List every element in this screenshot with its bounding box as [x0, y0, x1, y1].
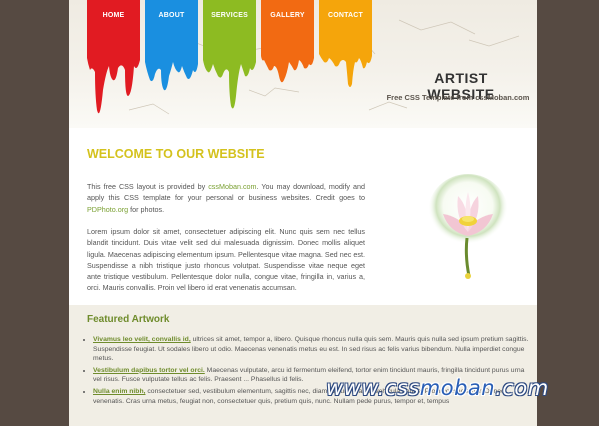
- intro-text-1: This free CSS layout is provided by: [87, 182, 209, 191]
- nav-about[interactable]: ABOUT: [145, 0, 198, 100]
- page-container: HOME ABOUT SERVICES GALLERY CONTACT ARTI…: [69, 0, 537, 426]
- featured-link-2[interactable]: Vestibulum dapibus tortor vel orci.: [93, 367, 205, 374]
- site-subtitle: Free CSS Template from cssMoban.com: [386, 93, 530, 102]
- lorem-paragraph: Lorem ipsum dolor sit amet, consectetuer…: [87, 227, 365, 293]
- welcome-heading: WELCOME TO OUR WEBSITE: [87, 147, 265, 161]
- watermark-suffix: .com: [495, 376, 549, 400]
- nav-gallery[interactable]: GALLERY: [261, 0, 314, 100]
- nav-services-label: SERVICES: [211, 12, 248, 19]
- intro-paragraph: This free CSS layout is provided by cssM…: [87, 181, 365, 215]
- intro-text-3: for photos.: [128, 204, 165, 214]
- featured-section: Featured Artwork Vivamus leo velit, conv…: [69, 305, 537, 426]
- featured-link-3[interactable]: Nulla enim nibh,: [93, 388, 146, 395]
- watermark-prefix: www.css: [326, 376, 420, 400]
- featured-title: Featured Artwork: [87, 314, 170, 325]
- nav-home[interactable]: HOME: [87, 0, 140, 114]
- pdphoto-link[interactable]: PDPhoto.org: [87, 205, 128, 214]
- nav-home-label: HOME: [102, 12, 125, 19]
- nav-services[interactable]: SERVICES: [203, 0, 256, 109]
- nav-contact[interactable]: CONTACT: [319, 0, 372, 100]
- lotus-flower-image: [428, 174, 508, 279]
- watermark-brand: moban: [419, 376, 496, 400]
- nav-contact-label: CONTACT: [327, 12, 364, 19]
- cssmoban-watermark: www.cssmoban.com: [326, 376, 549, 400]
- header: HOME ABOUT SERVICES GALLERY CONTACT ARTI…: [69, 0, 537, 128]
- nav-gallery-label: GALLERY: [270, 12, 305, 19]
- featured-link-1[interactable]: Vivamus leo velit, convallis id,: [93, 336, 191, 343]
- cssmoban-link[interactable]: cssMoban.com: [208, 182, 256, 191]
- nav-about-label: ABOUT: [158, 12, 185, 19]
- list-item: Vivamus leo velit, convallis id, ultrice…: [93, 335, 533, 364]
